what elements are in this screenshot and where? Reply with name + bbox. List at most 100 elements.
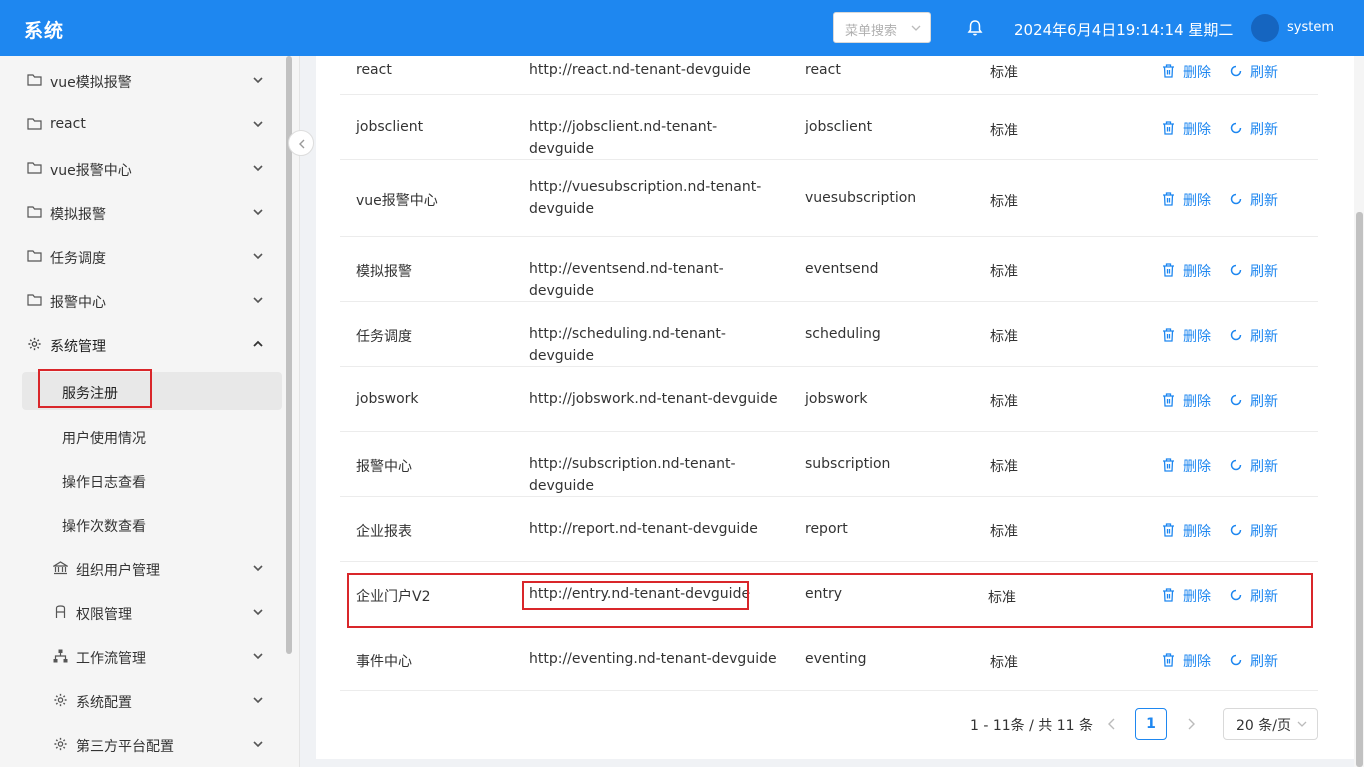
- sidebar-item-operation-count[interactable]: 操作次数查看: [0, 502, 284, 546]
- sidebar-item-vue-alarm-center[interactable]: vue报警中心: [0, 146, 284, 190]
- service-name: react: [356, 62, 392, 78]
- table-row: 报警中心 http://subscription.nd-tenant-devgu…: [340, 432, 1318, 497]
- sidebar-item-label: 第三方平台配置: [76, 739, 174, 755]
- service-type: 标准: [990, 655, 1018, 671]
- sidebar-item-label: 模拟报警: [50, 207, 106, 223]
- service-url: http://react.nd-tenant-devguide: [529, 62, 751, 78]
- service-type: 标准: [990, 65, 1018, 81]
- sidebar-item-system-management[interactable]: 系统管理: [0, 322, 284, 366]
- sidebar-collapse-button[interactable]: [288, 130, 314, 156]
- sidebar-item-label: 工作流管理: [76, 651, 146, 667]
- sidebar-item-vue-mock-alarm[interactable]: vue模拟报警: [0, 58, 284, 102]
- trash-icon: [1163, 523, 1174, 537]
- refresh-icon: [1230, 65, 1242, 77]
- chevron-down-icon: [253, 741, 263, 748]
- sidebar-item-permission-management[interactable]: 权限管理: [0, 590, 284, 634]
- chevron-down-icon: [253, 77, 263, 84]
- highlight-box-row: [347, 573, 1313, 628]
- table-row: jobswork http://jobswork.nd-tenant-devgu…: [340, 367, 1318, 432]
- sidebar-item-mock-alarm[interactable]: 模拟报警: [0, 190, 284, 234]
- sidebar-item-label: 组织用户管理: [76, 563, 160, 579]
- refresh-icon: [1230, 654, 1242, 666]
- sitemap-icon: [53, 649, 68, 663]
- chevron-right-icon[interactable]: [1185, 717, 1197, 731]
- trash-icon: [1163, 458, 1174, 472]
- app-title: 系统: [24, 20, 65, 42]
- service-code: jobsclient: [805, 119, 873, 135]
- sidebar-item-label: 操作日志查看: [62, 475, 146, 491]
- sidebar-item-user-usage[interactable]: 用户使用情况: [0, 414, 284, 458]
- service-code: eventsend: [805, 261, 879, 277]
- service-name: 模拟报警: [356, 264, 412, 280]
- refresh-icon: [1230, 524, 1242, 536]
- service-name: vue报警中心: [356, 193, 438, 209]
- trash-icon: [1163, 192, 1174, 206]
- gear-icon: [28, 337, 41, 351]
- service-type: 标准: [990, 123, 1018, 139]
- sidebar-item-workflow-management[interactable]: 工作流管理: [0, 634, 284, 678]
- folder-icon: [27, 294, 42, 306]
- page-size-select[interactable]: 20 条/页: [1223, 708, 1318, 740]
- user-icon: [55, 605, 66, 618]
- refresh-icon: [1230, 264, 1242, 276]
- service-type: 标准: [990, 329, 1018, 345]
- chevron-down-icon: [253, 609, 263, 616]
- sidebar-item-label: 报警中心: [50, 295, 106, 311]
- service-name: 报警中心: [356, 459, 412, 475]
- sidebar-item-org-user-management[interactable]: 组织用户管理: [0, 546, 284, 590]
- table-row: jobsclient http://jobsclient.nd-tenant-d…: [340, 95, 1318, 160]
- chevron-left-icon[interactable]: [1106, 717, 1118, 731]
- sidebar-item-react[interactable]: react: [0, 102, 284, 146]
- trash-icon: [1163, 328, 1174, 342]
- sidebar-item-operation-log[interactable]: 操作日志查看: [0, 458, 284, 502]
- service-code: subscription: [805, 456, 891, 472]
- service-url: http://report.nd-tenant-devguide: [529, 521, 758, 537]
- refresh-icon: [1230, 394, 1242, 406]
- service-name: jobswork: [356, 391, 419, 407]
- service-url: http://eventsend.nd-tenant-devguide: [529, 261, 724, 299]
- sidebar-item-third-party-config[interactable]: 第三方平台配置: [0, 722, 284, 766]
- sidebar-item-label: 权限管理: [76, 607, 132, 623]
- table-row: 模拟报警 http://eventsend.nd-tenant-devguide…: [340, 237, 1318, 302]
- chevron-down-icon: [253, 121, 263, 128]
- service-url: http://jobswork.nd-tenant-devguide: [529, 391, 778, 407]
- service-type: 标准: [990, 459, 1018, 475]
- page-scrollbar[interactable]: [1356, 212, 1363, 767]
- sidebar-item-system-config[interactable]: 系统配置: [0, 678, 284, 722]
- table-row: vue报警中心 http://vuesubscription.nd-tenant…: [340, 160, 1318, 237]
- sidebar-item-label: 系统管理: [50, 339, 106, 355]
- refresh-icon: [1230, 329, 1242, 341]
- service-name: 事件中心: [356, 654, 412, 670]
- folder-icon: [27, 118, 42, 130]
- trash-icon: [1163, 393, 1174, 407]
- highlight-box-url: [522, 581, 749, 610]
- service-type: 标准: [990, 264, 1018, 280]
- trash-icon: [1163, 653, 1174, 667]
- sidebar-item-task-scheduling[interactable]: 任务调度: [0, 234, 284, 278]
- page-size-value: 20 条/页: [1236, 718, 1291, 734]
- trash-icon: [1163, 263, 1174, 277]
- chevron-down-icon: [253, 209, 263, 216]
- sidebar-item-label: 任务调度: [50, 251, 106, 267]
- gear-icon: [54, 737, 67, 751]
- service-code: vuesubscription: [805, 190, 917, 206]
- service-type: 标准: [990, 394, 1018, 410]
- chevron-down-icon: [253, 165, 263, 172]
- folder-icon: [27, 162, 42, 174]
- folder-icon: [27, 74, 42, 86]
- trash-icon: [1163, 64, 1174, 78]
- service-url: http://vuesubscription.nd-tenant-devguid…: [529, 179, 762, 217]
- service-type: 标准: [990, 194, 1018, 210]
- pagination-page-button[interactable]: 1: [1135, 708, 1167, 740]
- sidebar: vue模拟报警 react vue报警中心 模拟报警 任务调度 报警中心 系统管…: [0, 56, 314, 767]
- service-url: http://scheduling.nd-tenant-devguide: [529, 326, 726, 364]
- service-name: 任务调度: [356, 329, 412, 345]
- chevron-left-icon: [299, 139, 305, 149]
- table-row: 事件中心 http://eventing.nd-tenant-devguide …: [340, 627, 1318, 691]
- sidebar-item-label: vue报警中心: [50, 163, 132, 179]
- service-code: react: [805, 62, 841, 78]
- chevron-down-icon: [1297, 721, 1307, 727]
- sidebar-item-alarm-center[interactable]: 报警中心: [0, 278, 284, 322]
- trash-icon: [1163, 121, 1174, 135]
- sidebar-item-label: 操作次数查看: [62, 519, 146, 535]
